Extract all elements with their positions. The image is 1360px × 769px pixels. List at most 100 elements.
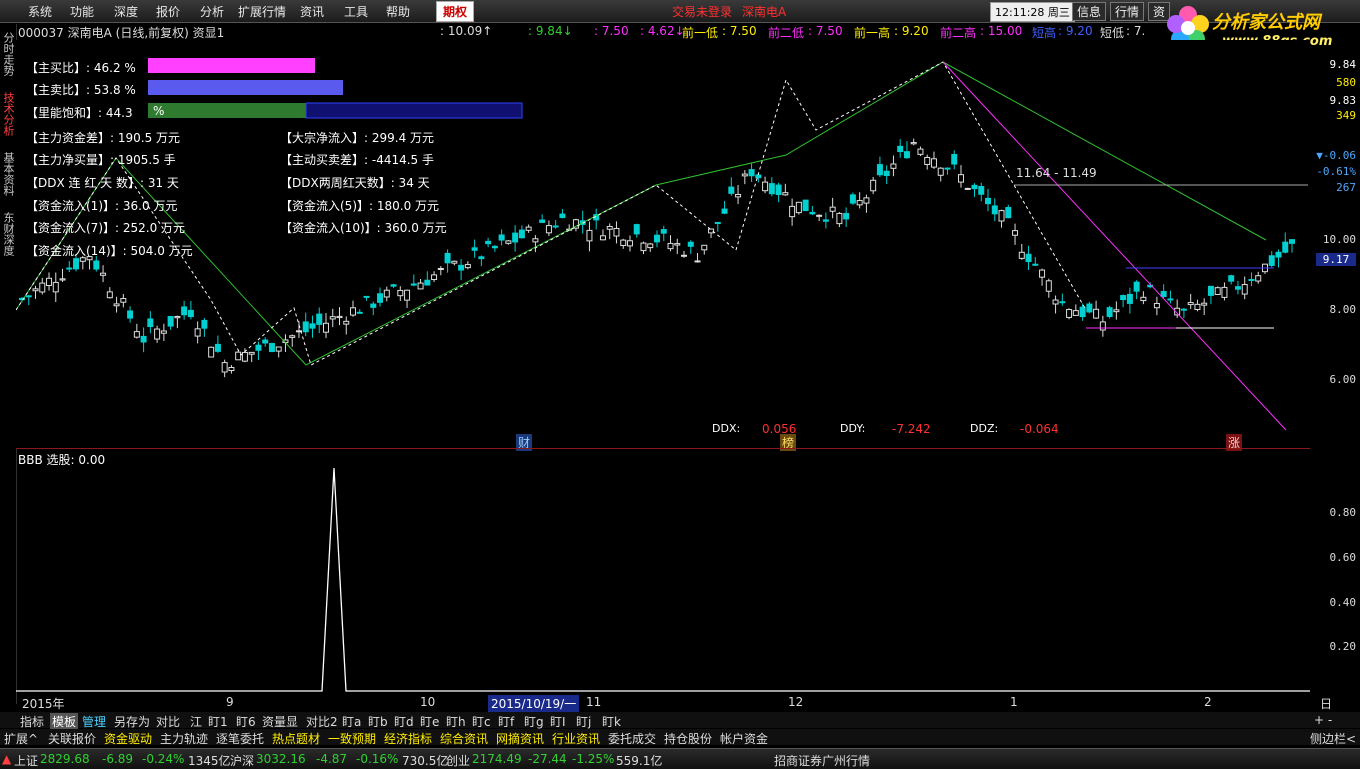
tab-ding-g[interactable]: 盯g [524,713,544,730]
bbb-indicator-chart[interactable] [16,450,1310,693]
candle-body [701,244,708,251]
candle-body [944,167,951,170]
tab-fund-driven[interactable]: 资金驱动 [104,730,152,747]
tab-order-fills[interactable]: 委托成交 [608,730,656,747]
tab-web-digest[interactable]: 网摘资讯 [496,730,544,747]
short-low: : 7. [1126,24,1146,38]
nav-eastmoney-depth[interactable]: 东财深度 [2,212,15,256]
candle-body [383,289,390,298]
nav-technical[interactable]: 技术分析 [2,92,15,136]
range-label: 11.64 - 11.49 [1016,166,1097,180]
axis-tick-8: 8.00 [1329,303,1357,316]
tab-compare[interactable]: 对比 [156,713,180,730]
zoom-buttons[interactable]: + - [1314,713,1332,727]
tab-hot-topics[interactable]: 热点题材 [272,730,320,747]
menu-system[interactable]: 系统 [28,3,52,20]
tab-ding-a[interactable]: 盯a [342,713,361,730]
tab-account-funds[interactable]: 帐户资金 [720,730,768,747]
candle-body [714,221,721,224]
tab-positions[interactable]: 持仓股份 [664,730,712,747]
tab-ding6[interactable]: 盯6 [236,713,256,730]
candle-body [1268,255,1275,266]
login-status[interactable]: 交易未登录 [672,3,732,20]
candle-body [329,316,336,320]
ddx-two-week-red-days: 【DDX两周红天数】: 34 天 [280,176,430,190]
candle-body [268,343,275,353]
tab-consensus[interactable]: 一致预期 [328,730,376,747]
candle-body [66,267,73,270]
tab-ding-d[interactable]: 盯d [394,713,414,730]
tab-ding-e[interactable]: 盯e [420,713,439,730]
menu-help[interactable]: 帮助 [386,3,410,20]
candle-body [160,330,167,334]
inflow-14: 【资金流入(14)】: 504.0 万元 [26,244,193,258]
menu-news[interactable]: 资讯 [300,3,324,20]
inflow-1: 【资金流入(1)】: 36.0 万元 [26,199,178,213]
tab-ding-c[interactable]: 盯c [472,713,491,730]
candle-body [951,154,958,165]
tab-jiang[interactable]: 江 [190,713,202,730]
indicator-tabs: 指标 模板 管理 另存为 对比 江 盯1 盯6 资量显 对比2 盯a 盯b 盯d… [0,712,1360,730]
tab-economic-indicators[interactable]: 经济指标 [384,730,432,747]
candle-body [876,164,883,176]
prev-high-1-label: 前一高 [854,26,891,40]
tab-ding-j[interactable]: 盯j [576,713,591,730]
candle-body [208,346,215,358]
tab-tick-orders[interactable]: 逐笔委托 [216,730,264,747]
info-button[interactable]: 信息 [1072,2,1107,21]
candle-body [417,282,424,290]
candle-body [998,210,1005,222]
menu-function[interactable]: 功能 [70,3,94,20]
tab-volume-display[interactable]: 资量显 [262,713,298,730]
candle-body [552,225,559,228]
tab-save-as[interactable]: 另存为 [114,713,150,730]
menu-quote[interactable]: 报价 [156,3,180,20]
candle-body [181,306,188,316]
tab-main-trace[interactable]: 主力轨迹 [160,730,208,747]
candle-body [687,241,694,247]
nav-fundamentals[interactable]: 基本资料 [2,152,15,196]
tab-ding-b[interactable]: 盯b [368,713,388,730]
tab-related-quote[interactable]: 关联报价 [48,730,96,747]
clock: 12:11:28 周三 [990,2,1075,22]
menu-depth[interactable]: 深度 [114,3,138,20]
sh-index-label[interactable]: 上证 [14,752,38,769]
market-button[interactable]: 行情 [1110,2,1145,21]
hs-index-label[interactable]: 沪深 [230,752,254,769]
block-trade-inflow: 【大宗净流入】: 299.4 万元 [280,131,435,145]
tab-general-news[interactable]: 综合资讯 [440,730,488,747]
tab-template[interactable]: 模板 [50,713,79,730]
candle-body [890,163,897,169]
kline-chart[interactable] [16,40,1310,448]
prev-low-2-label: 前二低 [768,26,805,40]
tab-ding1[interactable]: 盯1 [208,713,228,730]
bbb-title: BBB 选股: 0.00 [18,453,106,467]
tab-expand[interactable]: 扩展^ [4,730,38,747]
tab-compare2[interactable]: 对比2 [306,713,338,730]
nav-intraday[interactable]: 分时走势 [2,32,15,76]
sidebar-toggle[interactable]: 侧边栏< [1310,730,1356,747]
prev-high-2-label: 前二高 [940,26,977,40]
tab-ding-f[interactable]: 盯f [498,713,514,730]
tab-options[interactable]: 期权 [436,1,475,22]
candle-body [822,219,829,222]
candle-body [1207,285,1214,296]
tab-ding-i[interactable]: 盯I [550,713,566,730]
candle-body [1248,278,1255,281]
tab-industry-news[interactable]: 行业资讯 [552,730,600,747]
value-4: : 4.62↓ [640,24,685,38]
tab-manage[interactable]: 管理 [82,713,106,730]
candle-body [1126,293,1133,304]
main-net-buy: 【主力净买量】: 1905.5 手 [26,153,176,167]
cyb-index-label[interactable]: 创业 [446,752,470,769]
candle-body [390,284,397,287]
tab-indicator[interactable]: 指标 [20,713,44,730]
menu-extended-market[interactable]: 扩展行情 [238,3,286,20]
current-stock-name: 深南电A [742,5,787,19]
candle-body [1039,269,1046,278]
date-label: 2 [1204,695,1212,709]
menu-analysis[interactable]: 分析 [200,3,224,20]
tab-ding-h[interactable]: 盯h [446,713,466,730]
menu-tools[interactable]: 工具 [344,3,368,20]
tab-ding-k[interactable]: 盯k [602,713,621,730]
